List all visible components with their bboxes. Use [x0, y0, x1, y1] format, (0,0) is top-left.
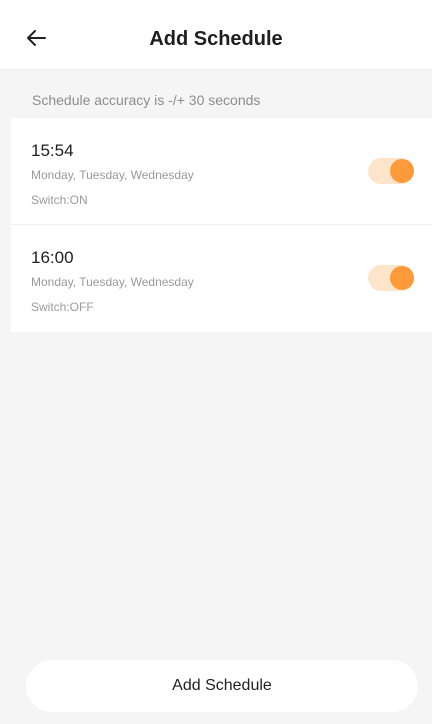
schedule-switch-state: Switch:OFF: [31, 300, 94, 314]
schedule-switch-state: Switch:ON: [31, 193, 88, 207]
add-schedule-screen: Add Schedule Schedule accuracy is -/+ 30…: [0, 0, 432, 724]
arrow-left-icon: [27, 30, 46, 46]
schedule-item[interactable]: 16:00 Monday, Tuesday, Wednesday Switch:…: [11, 225, 432, 332]
page-title: Add Schedule: [149, 28, 283, 50]
add-schedule-button[interactable]: Add Schedule: [26, 660, 418, 712]
schedule-toggle[interactable]: [368, 265, 414, 291]
header: Add Schedule: [0, 0, 432, 70]
accuracy-note: Schedule accuracy is -/+ 30 seconds: [32, 92, 261, 108]
back-button[interactable]: [26, 22, 62, 54]
schedule-time: 15:54: [31, 141, 74, 160]
schedule-list: 15:54 Monday, Tuesday, Wednesday Switch:…: [11, 118, 432, 332]
schedule-toggle[interactable]: [368, 158, 414, 184]
toggle-knob: [390, 159, 414, 183]
schedule-time: 16:00: [31, 248, 74, 267]
schedule-item[interactable]: 15:54 Monday, Tuesday, Wednesday Switch:…: [11, 118, 432, 225]
schedule-days: Monday, Tuesday, Wednesday: [31, 275, 194, 289]
schedule-days: Monday, Tuesday, Wednesday: [31, 168, 194, 182]
toggle-knob: [390, 266, 414, 290]
